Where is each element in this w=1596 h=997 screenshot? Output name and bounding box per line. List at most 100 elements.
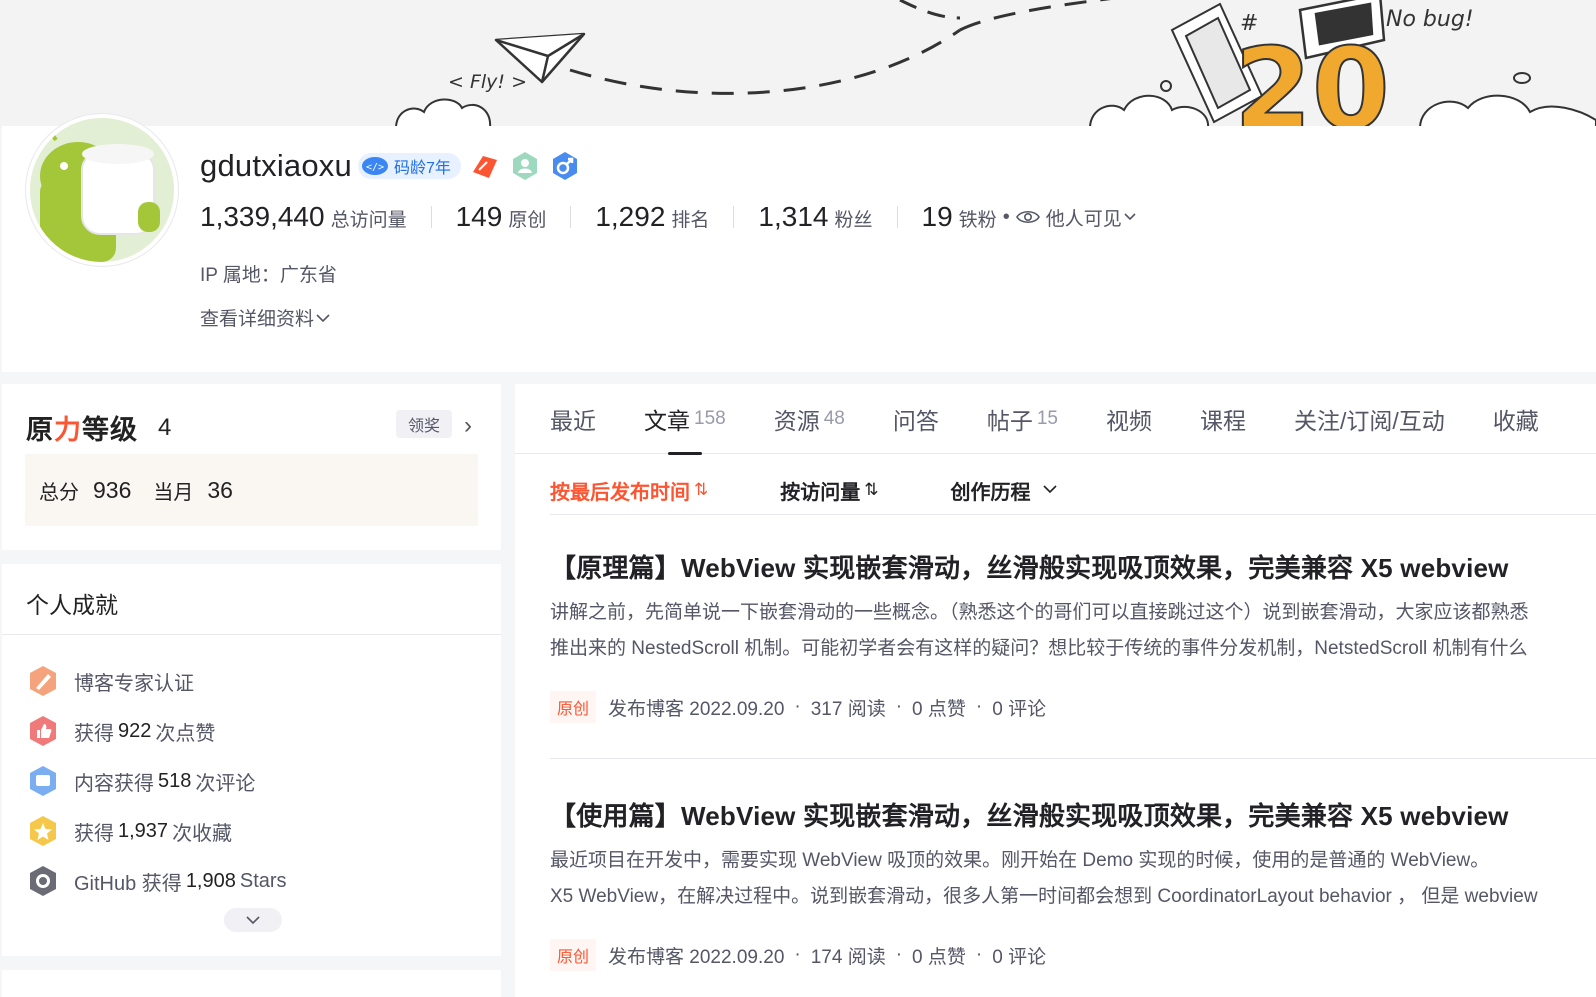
achievement-text: Stars (239, 869, 287, 892)
article-item[interactable]: 【使用篇】WebView 实现嵌套滑动，丝滑般实现吸顶效果，完美兼容 X5 we… (550, 796, 1596, 971)
achievement-count: 1,937 (118, 819, 169, 842)
chevron-down-icon (1124, 213, 1136, 221)
chevron-down-icon (316, 313, 330, 322)
avatar[interactable] (26, 114, 178, 266)
blog-expert-badge-icon[interactable] (469, 150, 501, 182)
comment-count: 0 评论 (992, 946, 1047, 968)
expand-achievements-button[interactable] (224, 908, 282, 932)
achievement-likes: 获得 922 次点赞 (26, 706, 287, 756)
achievement-expert: 博客专家认证 (26, 656, 287, 706)
divider (570, 206, 572, 228)
achievement-comments: 内容获得 518 次评论 (26, 756, 287, 806)
tab-recent[interactable]: 最近 (550, 384, 596, 454)
level-title: 原力等级 4 (26, 408, 171, 447)
divider (430, 206, 432, 228)
achievements-list: 博客专家认证 获得 922 次点赞 内容获得 518 次评论 获得 1,937 … (26, 656, 287, 906)
username[interactable]: gdutxiaoxu (200, 148, 352, 184)
achievement-count: 922 (118, 719, 152, 742)
achievement-count: 518 (158, 769, 192, 792)
sort-icon: ⇅ (694, 480, 709, 499)
read-count: 317 阅读 (810, 698, 886, 720)
level-value: 4 (158, 413, 172, 441)
sort-bar: 按最后发布时间 ⇅ 按访问量 ⇅ 创作历程 (550, 470, 1133, 510)
android-marshmallow-avatar (30, 118, 174, 262)
article-title[interactable]: 【原理篇】WebView 实现嵌套滑动，丝滑般实现吸顶效果，完美兼容 X5 we… (550, 548, 1596, 585)
article-title[interactable]: 【使用篇】WebView 实现嵌套滑动，丝滑般实现吸顶效果，完美兼容 X5 we… (550, 796, 1596, 833)
tab-courses[interactable]: 课程 (1200, 384, 1246, 454)
tab-count: 48 (823, 407, 845, 429)
next-sidebar-card (2, 970, 501, 997)
achievement-text: 获得 (74, 822, 114, 845)
tab-count: 15 (1036, 407, 1058, 429)
banner-illustration: < Fly! > 20 # No bug! (395, 0, 1596, 128)
tab-resources[interactable]: 资源 48 (774, 384, 845, 454)
achievement-text: 内容获得 (74, 772, 154, 795)
sort-icon: ⇅ (864, 480, 879, 499)
divider (2, 634, 501, 635)
stat-label: 原创 (508, 210, 547, 231)
achievement-favorites: 获得 1,937 次收藏 (26, 806, 287, 856)
article-item[interactable]: 【原理篇】WebView 实现嵌套滑动，丝滑般实现吸顶效果，完美兼容 X5 we… (550, 548, 1596, 723)
tab-qa[interactable]: 问答 (893, 384, 939, 454)
nobug-text: No bug! (1386, 7, 1474, 32)
publish-info: 发布博客 2022.09.20 (608, 946, 785, 968)
article-meta: 原创 发布博客 2022.09.20 · 174 阅读 · 0 点赞 · 0 评… (550, 939, 1596, 971)
svg-text:</>: </> (366, 162, 384, 173)
tab-count: 158 (694, 407, 726, 429)
force-level-logo: 原力等级 (26, 415, 138, 445)
tab-posts[interactable]: 帖子 15 (987, 384, 1058, 454)
achievement-github: GitHub 获得 1,908 Stars (26, 856, 287, 906)
divider (550, 758, 1596, 759)
code-age-label: 码龄7年 (393, 160, 451, 177)
divider (896, 206, 898, 228)
chevron-right-icon[interactable]: › (464, 412, 472, 440)
tab-following[interactable]: 关注/订阅/互动 (1294, 384, 1445, 454)
fly-text: < Fly! > (448, 71, 527, 93)
sort-by-views-button[interactable]: 按访问量 ⇅ (780, 476, 878, 505)
chevron-down-icon (246, 916, 260, 925)
stat-label: 铁粉 (958, 210, 997, 231)
achievement-text: 次收藏 (172, 822, 233, 845)
divider (550, 514, 1596, 515)
original-tag: 原创 (550, 939, 597, 971)
stat-iron-fans: 19 铁粉 (922, 201, 997, 233)
like-icon (30, 716, 56, 746)
anniversary-number: 20 (1234, 25, 1390, 128)
read-count: 174 阅读 (810, 946, 886, 968)
view-details-label: 查看详细资料 (200, 309, 315, 330)
achievement-count: 1,908 (185, 869, 236, 892)
tab-favorites[interactable]: 收藏 (1493, 384, 1539, 454)
stat-followers[interactable]: 1,314 粉丝 (758, 201, 872, 233)
stat-original[interactable]: 149 原创 (456, 201, 547, 233)
content-card: 最近 文章 158 资源 48 问答 帖子 15 视频 课程 关注/订阅/互动 收藏 … (515, 384, 1596, 997)
achievements-title: 个人成就 (26, 592, 118, 618)
claim-reward-button[interactable]: 领奖 (396, 410, 452, 438)
stat-value: 149 (455, 201, 503, 232)
achievements-card: 个人成就 博客专家认证 获得 922 次点赞 内容获得 518 次评论 获得 1… (2, 564, 501, 956)
certified-user-badge-icon[interactable] (509, 150, 541, 182)
achievement-text: 获得 (74, 722, 114, 745)
visibility-dropdown[interactable]: 他人可见 (1015, 204, 1144, 231)
code-age-badge: </> 码龄7年 (357, 153, 461, 179)
total-score-label: 总分 (39, 481, 79, 504)
stat-total-visits: 1,339,440 总访问量 (200, 201, 407, 233)
hash-text: # (1240, 11, 1258, 36)
divider (733, 206, 735, 228)
creation-history-dropdown[interactable]: 创作历程 (951, 476, 1061, 505)
tab-videos[interactable]: 视频 (1106, 384, 1152, 454)
achievement-text: GitHub 获得 (74, 872, 182, 895)
stat-label: 总访问量 (330, 210, 407, 231)
view-details-link[interactable]: 查看详细资料 (200, 304, 332, 331)
total-score-value: 936 (93, 476, 132, 503)
tab-articles[interactable]: 文章 158 (644, 384, 726, 455)
stat-label: 排名 (671, 210, 710, 231)
content-tabs: 最近 文章 158 资源 48 问答 帖子 15 视频 课程 关注/订阅/互动 收藏 (515, 384, 1596, 455)
achievement-text: 次评论 (195, 772, 256, 795)
profile-card: gdutxiaoxu </> 码龄7年 1,339,440 总访问量 149 原… (2, 114, 1596, 372)
article-summary: 讲解之前，先简单说一下嵌套滑动的一些概念。（熟悉这个的哥们可以直接跳过这个）说到… (550, 602, 1529, 659)
comment-count: 0 评论 (992, 698, 1047, 720)
github-icon (30, 866, 56, 896)
eye-icon (1015, 210, 1040, 224)
original-tag: 原创 (550, 691, 597, 723)
sort-by-latest-button[interactable]: 按最后发布时间 ⇅ (550, 476, 708, 505)
